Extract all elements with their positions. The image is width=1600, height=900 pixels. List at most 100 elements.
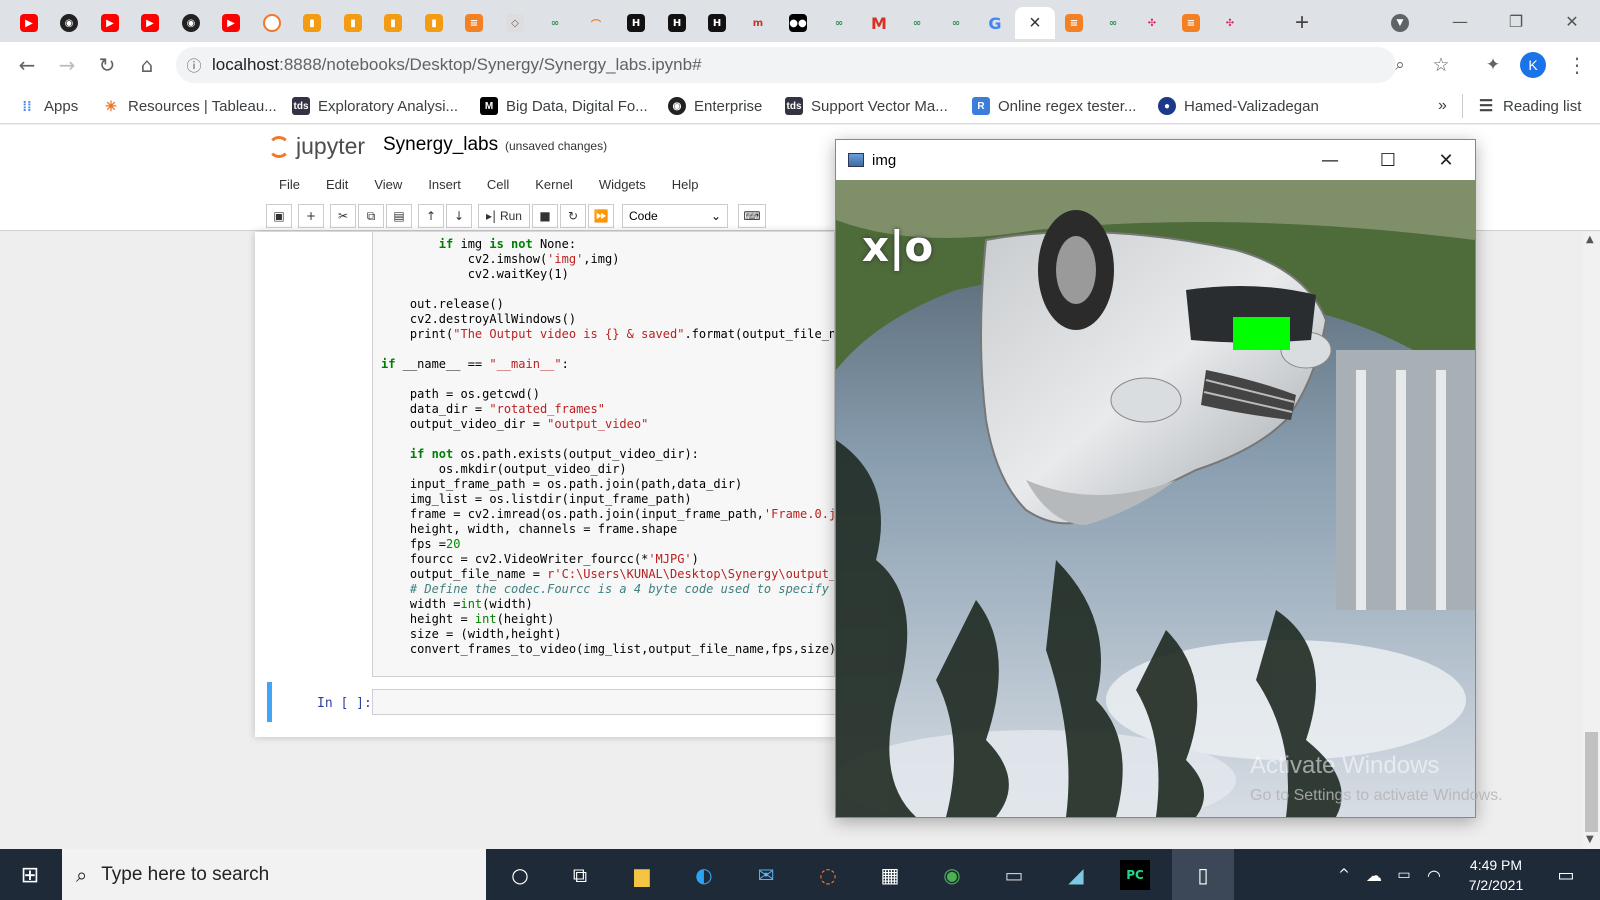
address-bar[interactable]: ⓘ localhost:8888/notebooks/Desktop/Syner…	[176, 47, 1396, 83]
reading-list[interactable]: ☰ Reading list	[1462, 94, 1581, 118]
bookmark-tableau[interactable]: ✳ Resources | Tableau...	[102, 94, 277, 118]
close-button[interactable]: ✕	[1544, 0, 1600, 42]
notification-icon[interactable]: ▭	[1548, 857, 1584, 893]
mail-icon[interactable]: ✉	[748, 857, 784, 893]
paste-icon[interactable]: ▤	[386, 204, 412, 228]
cortana-icon[interactable]: ○	[502, 857, 538, 893]
task-view-icon[interactable]: ⧉	[562, 857, 598, 893]
tab-search-button[interactable]: ▼	[1385, 7, 1415, 39]
pycharm-icon[interactable]: PC	[1120, 860, 1150, 890]
code-text[interactable]: if img is not None: cv2.imshow('img',img…	[381, 237, 834, 657]
notebook-name[interactable]: Synergy_labs	[383, 134, 498, 156]
tab-book-4[interactable]: ▮	[415, 7, 453, 39]
extensions-icon[interactable]: ✦	[1478, 50, 1508, 80]
tab-close-icon[interactable]: ×	[1029, 12, 1041, 35]
img-window-titlebar[interactable]: img — ☐ ✕	[836, 140, 1475, 180]
menu-cell[interactable]: Cell	[474, 177, 522, 192]
forward-button[interactable]: →	[52, 50, 82, 80]
empty-cell[interactable]: In [ ]:	[267, 682, 840, 722]
tab-leetcode-5[interactable]: ∞	[1094, 7, 1132, 39]
tab-hr[interactable]: H	[617, 7, 655, 39]
bookmark-regex[interactable]: R Online regex tester...	[972, 94, 1136, 118]
tab-google[interactable]: G	[976, 7, 1014, 39]
restart-run-all-icon[interactable]: ⏩	[588, 204, 614, 228]
store-icon[interactable]: ▦	[872, 857, 908, 893]
tab-medium[interactable]: ●●	[779, 7, 817, 39]
menu-file[interactable]: File	[266, 177, 313, 192]
taskbar-clock[interactable]: 4:49 PM 7/2/2021	[1456, 855, 1536, 895]
tab-youtube[interactable]: ▶	[10, 7, 48, 39]
tab-leetcode-3[interactable]: ∞	[898, 7, 936, 39]
tab-hr-3[interactable]: H	[698, 7, 736, 39]
menu-edit[interactable]: Edit	[313, 177, 361, 192]
cell-type-select[interactable]: Code ⌄	[622, 204, 728, 228]
home-button[interactable]: ⌂	[132, 50, 162, 80]
menu-insert[interactable]: Insert	[415, 177, 474, 192]
move-down-icon[interactable]: ↓	[446, 204, 472, 228]
edge-icon[interactable]: ◐	[686, 857, 722, 893]
menu-help[interactable]: Help	[659, 177, 712, 192]
tab-github-2[interactable]: ◉	[172, 7, 210, 39]
pen-app-icon[interactable]: ◢	[1058, 857, 1094, 893]
jupyter-taskbar-icon[interactable]: ◌	[810, 857, 846, 893]
menu-kebab-icon[interactable]: ⋮	[1562, 50, 1592, 80]
bookmark-apps[interactable]: ⁞⁞ Apps	[18, 94, 78, 118]
insert-cell-icon[interactable]: +	[298, 204, 324, 228]
tab-youtube-2[interactable]: ▶	[91, 7, 129, 39]
tab-jupyter[interactable]	[253, 7, 291, 39]
img-window[interactable]: img — ☐ ✕ x|o	[835, 139, 1476, 818]
cut-icon[interactable]: ✂	[330, 204, 356, 228]
jupyter-logo[interactable]: jupyter	[268, 133, 365, 160]
tab-leetcode[interactable]: ∞	[536, 7, 574, 39]
profile-avatar[interactable]: K	[1518, 50, 1548, 80]
reload-button[interactable]: ↻	[92, 50, 122, 80]
bookmark-exploratory[interactable]: tds Exploratory Analysi...	[292, 94, 458, 118]
tab-stack[interactable]: ≡	[455, 7, 493, 39]
img-close-button[interactable]: ✕	[1417, 140, 1475, 180]
back-button[interactable]: ←	[12, 50, 42, 80]
tab-book[interactable]: ▮	[293, 7, 331, 39]
tab-github[interactable]: ◉	[50, 7, 88, 39]
code-cell[interactable]: if img is not None: cv2.imshow('img',img…	[372, 232, 835, 677]
file-explorer-icon[interactable]: ▆	[624, 857, 660, 893]
save-icon[interactable]: ▣	[266, 204, 292, 228]
scroll-down-icon[interactable]: ▼	[1586, 834, 1594, 845]
tab-youtube-3[interactable]: ▶	[131, 7, 169, 39]
tab-leetcode-4[interactable]: ∞	[937, 7, 975, 39]
tab-paper[interactable]: ◇	[496, 7, 534, 39]
menu-widgets[interactable]: Widgets	[586, 177, 659, 192]
chrome-icon[interactable]: ◉	[934, 857, 970, 893]
wifi-icon[interactable]: ◠	[1416, 857, 1452, 893]
terminal-icon[interactable]: ▭	[996, 857, 1032, 893]
img-window-taskbar-icon[interactable]: ▯	[1172, 849, 1234, 900]
bookmark-hamed[interactable]: ● Hamed-Valizadegan	[1158, 94, 1319, 118]
tab-stack-2[interactable]: ≡	[1055, 7, 1093, 39]
tab-leetcode-2[interactable]: ∞	[820, 7, 858, 39]
img-minimize-button[interactable]: —	[1301, 140, 1359, 180]
tab-stack-3[interactable]: ≡	[1172, 7, 1210, 39]
tab-slack[interactable]: ✣	[1133, 7, 1171, 39]
menu-kernel[interactable]: Kernel	[522, 177, 586, 192]
tab-hr-2[interactable]: H	[658, 7, 696, 39]
tab-colab[interactable]: ✣	[1211, 7, 1249, 39]
minimize-button[interactable]: —	[1432, 0, 1488, 42]
img-maximize-button[interactable]: ☐	[1359, 140, 1417, 180]
tab-mathworks[interactable]: m	[739, 7, 777, 39]
taskbar-search[interactable]: ⌕ Type here to search	[62, 849, 486, 900]
tab-book-3[interactable]: ▮	[374, 7, 412, 39]
page-scrollbar[interactable]: ▲ ▼	[1583, 232, 1600, 849]
tab-active[interactable]: ×	[1015, 7, 1055, 39]
keyboard-icon[interactable]: ⌨	[738, 204, 766, 228]
scroll-up-icon[interactable]: ▲	[1586, 234, 1594, 245]
tab-youtube-4[interactable]: ▶	[212, 7, 250, 39]
tab-bend[interactable]: ⌒	[577, 7, 615, 39]
menu-view[interactable]: View	[361, 177, 415, 192]
restore-button[interactable]: ❐	[1488, 0, 1544, 42]
windows-start-icon[interactable]: ⊞	[12, 857, 48, 893]
copy-icon[interactable]: ⧉	[358, 204, 384, 228]
bookmark-star-icon[interactable]: ☆	[1426, 50, 1456, 80]
tab-book-2[interactable]: ▮	[334, 7, 372, 39]
run-button[interactable]: ▸| Run	[478, 204, 530, 228]
bookmark-svm[interactable]: tds Support Vector Ma...	[785, 94, 948, 118]
scrollbar-thumb[interactable]	[1585, 732, 1598, 832]
